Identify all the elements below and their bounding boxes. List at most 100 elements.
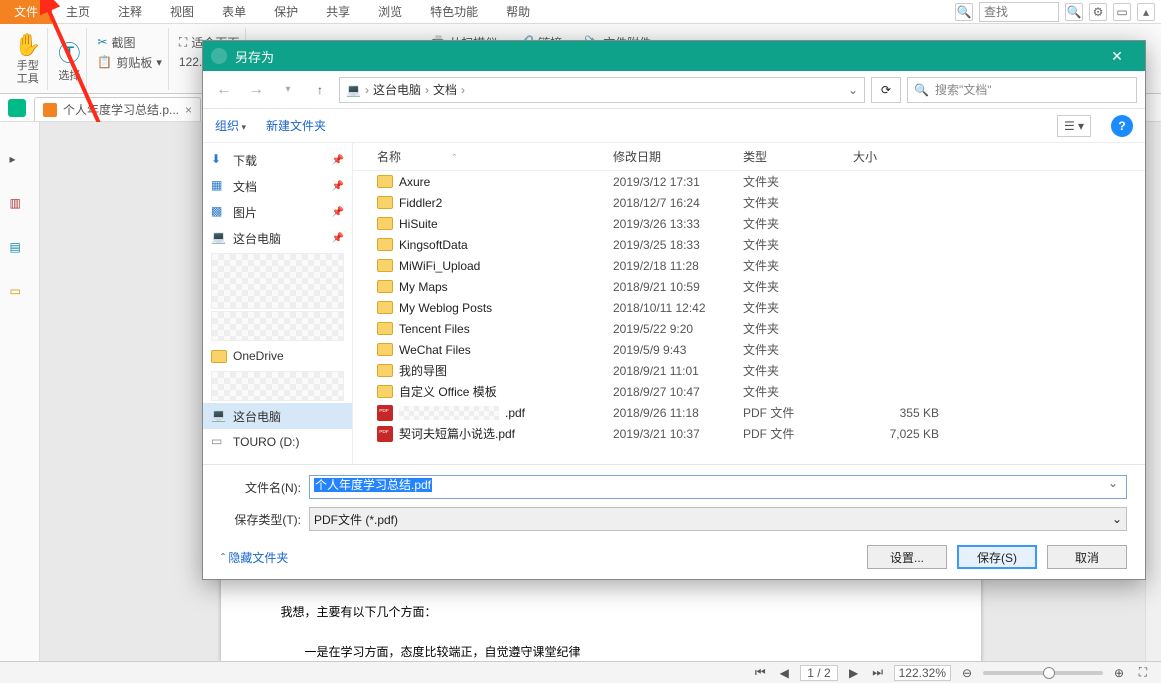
- settings-button[interactable]: 设置...: [867, 545, 947, 569]
- new-folder-button[interactable]: 新建文件夹: [266, 117, 326, 134]
- menu-browse[interactable]: 浏览: [364, 0, 416, 24]
- zoom-in-button[interactable]: ⊕: [1111, 666, 1127, 680]
- hide-folders-toggle[interactable]: ˆ 隐藏文件夹: [221, 549, 288, 566]
- left-sidebar: ▸ ▥ ▤ ▭: [0, 122, 40, 661]
- zoom-slider[interactable]: [983, 671, 1103, 675]
- file-row[interactable]: 我的导图2018/9/21 11:01文件夹: [353, 360, 1145, 381]
- settings-icon[interactable]: ⚙: [1089, 3, 1107, 21]
- tree-this-pc-pin[interactable]: 💻这台电脑📌: [203, 225, 352, 251]
- help-button[interactable]: ?: [1111, 115, 1133, 137]
- file-row[interactable]: HiSuite2019/3/26 13:33文件夹: [353, 213, 1145, 234]
- page-indicator[interactable]: 1 / 2: [800, 665, 837, 681]
- folder-tree[interactable]: ⬇下载📌 ▦文档📌 ▩图片📌 💻这台电脑📌 OneDrive 💻这台电脑 ▭TO…: [203, 143, 353, 464]
- search-icon[interactable]: 🔍: [955, 3, 973, 21]
- zoom-indicator[interactable]: 122.32%: [894, 665, 951, 681]
- collapse-ribbon-icon[interactable]: ▴: [1137, 3, 1155, 21]
- clipboard-button[interactable]: 📋剪贴板 ▾: [97, 52, 162, 72]
- tree-documents[interactable]: ▦文档📌: [203, 173, 352, 199]
- organize-button[interactable]: 组织: [215, 117, 246, 134]
- file-type: 文件夹: [743, 383, 853, 400]
- file-row[interactable]: Tencent Files2019/5/22 9:20文件夹: [353, 318, 1145, 339]
- file-name: 自定义 Office 模板: [399, 383, 497, 400]
- menu-help[interactable]: 帮助: [492, 0, 544, 24]
- file-row[interactable]: MiWiFi_Upload2019/2/18 11:28文件夹: [353, 255, 1145, 276]
- breadcrumb-dropdown-icon[interactable]: ⌄: [848, 83, 858, 97]
- file-row[interactable]: My Weblog Posts2018/10/11 12:42文件夹: [353, 297, 1145, 318]
- comments-icon[interactable]: ▭: [10, 284, 30, 304]
- pixelated-name: [399, 406, 499, 420]
- file-row[interactable]: Axure2019/3/12 17:31文件夹: [353, 171, 1145, 192]
- zoom-out-button[interactable]: ⊖: [959, 666, 975, 680]
- menu-form[interactable]: 表单: [208, 0, 260, 24]
- col-type[interactable]: 类型: [743, 148, 853, 165]
- file-row[interactable]: My Maps2018/9/21 10:59文件夹: [353, 276, 1145, 297]
- vertical-scrollbar[interactable]: [1145, 122, 1161, 661]
- file-date: 2019/3/26 13:33: [613, 217, 743, 231]
- file-date: 2019/5/22 9:20: [613, 322, 743, 336]
- tree-touro-drive[interactable]: ▭TOURO (D:): [203, 429, 352, 455]
- refresh-button[interactable]: ⟳: [871, 77, 901, 103]
- nav-forward-button[interactable]: →: [243, 77, 269, 103]
- menu-protect[interactable]: 保护: [260, 0, 312, 24]
- screenshot-button[interactable]: ✂截图: [97, 32, 135, 52]
- menu-view[interactable]: 视图: [156, 0, 208, 24]
- file-date: 2019/3/21 10:37: [613, 427, 743, 441]
- file-type: 文件夹: [743, 320, 853, 337]
- col-size[interactable]: 大小: [853, 148, 973, 165]
- file-row[interactable]: Fiddler22018/12/7 16:24文件夹: [353, 192, 1145, 213]
- pages-icon[interactable]: ▤: [10, 240, 30, 260]
- file-row[interactable]: 自定义 Office 模板2018/9/27 10:47文件夹: [353, 381, 1145, 402]
- breadcrumb-0[interactable]: 这台电脑: [373, 81, 421, 98]
- filetype-select[interactable]: PDF文件 (*.pdf)⌄: [309, 507, 1127, 531]
- dialog-search[interactable]: 🔍 搜索"文档": [907, 77, 1137, 103]
- menubar-search[interactable]: [979, 2, 1059, 22]
- hand-tool[interactable]: ✋ 手型 工具: [8, 28, 48, 90]
- tree-this-pc[interactable]: 💻这台电脑: [203, 403, 352, 429]
- dialog-nav: ← → ▾ ↑ 💻› 这台电脑› 文档› ⌄ ⟳ 🔍 搜索"文档": [203, 71, 1145, 109]
- col-date[interactable]: 修改日期: [613, 148, 743, 165]
- save-button[interactable]: 保存(S): [957, 545, 1037, 569]
- style-icon[interactable]: ▭: [1113, 3, 1131, 21]
- next-page-button[interactable]: ▶: [846, 666, 862, 680]
- view-mode-button[interactable]: ☰ ▾: [1057, 115, 1091, 137]
- file-row[interactable]: 契诃夫短篇小说选.pdf2019/3/21 10:37PDF 文件7,025 K…: [353, 423, 1145, 444]
- tree-downloads[interactable]: ⬇下载📌: [203, 147, 352, 173]
- file-list-header[interactable]: 名称ˆ 修改日期 类型 大小: [353, 143, 1145, 171]
- file-row[interactable]: KingsoftData2019/3/25 18:33文件夹: [353, 234, 1145, 255]
- dialog-toolbar: 组织 新建文件夹 ☰ ▾ ?: [203, 109, 1145, 143]
- tab-close-icon[interactable]: ×: [185, 103, 192, 117]
- nav-history-button[interactable]: ▾: [275, 77, 301, 103]
- menu-annotate[interactable]: 注释: [104, 0, 156, 24]
- menu-share[interactable]: 共享: [312, 0, 364, 24]
- file-row[interactable]: .pdf2018/9/26 11:18PDF 文件355 KB: [353, 402, 1145, 423]
- last-page-button[interactable]: ⏭: [870, 665, 886, 680]
- nav-up-button[interactable]: ↑: [307, 77, 333, 103]
- first-page-button[interactable]: ⏮: [752, 665, 768, 680]
- file-row[interactable]: WeChat Files2019/5/9 9:43文件夹: [353, 339, 1145, 360]
- prev-page-button[interactable]: ◀: [776, 666, 792, 680]
- menu-home[interactable]: 主页: [52, 0, 104, 24]
- bookmarks-icon[interactable]: ▥: [10, 196, 30, 216]
- filename-dropdown-icon[interactable]: ⌄: [1104, 476, 1122, 490]
- sidebar-toggle-icon[interactable]: ▸: [10, 152, 30, 172]
- breadcrumb[interactable]: 💻› 这台电脑› 文档› ⌄: [339, 77, 865, 103]
- file-type: 文件夹: [743, 215, 853, 232]
- dialog-titlebar[interactable]: 另存为 ✕: [203, 41, 1145, 71]
- file-type: 文件夹: [743, 173, 853, 190]
- menu-file[interactable]: 文件: [0, 0, 52, 24]
- dialog-close-button[interactable]: ✕: [1097, 48, 1137, 65]
- document-tab[interactable]: 个人年度学习总结.p... ×: [34, 97, 201, 121]
- filename-input[interactable]: 个人年度学习总结.pdf⌄: [309, 475, 1127, 499]
- nav-back-button[interactable]: ←: [211, 77, 237, 103]
- search-go-icon[interactable]: 🔍: [1065, 3, 1083, 21]
- select-tool[interactable]: Ⓣ 选择: [52, 28, 87, 90]
- menu-features[interactable]: 特色功能: [416, 0, 492, 24]
- tree-onedrive[interactable]: OneDrive: [203, 343, 352, 369]
- filename-label: 文件名(N):: [221, 479, 301, 496]
- cancel-button[interactable]: 取消: [1047, 545, 1127, 569]
- col-name[interactable]: 名称: [377, 150, 401, 164]
- tree-pictures[interactable]: ▩图片📌: [203, 199, 352, 225]
- breadcrumb-1[interactable]: 文档: [433, 81, 457, 98]
- fullscreen-button[interactable]: ⛶: [1135, 665, 1151, 680]
- tree-label: OneDrive: [233, 349, 284, 363]
